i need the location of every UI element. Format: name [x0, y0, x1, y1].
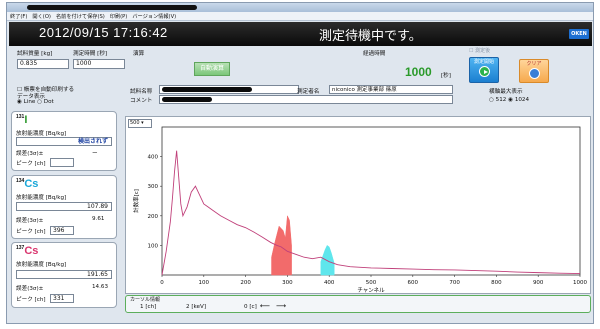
spectrum-chart-frame: 500 ▾ 0 100 200 300 400 500 600 700 800 900 1000 10… [125, 116, 591, 294]
radio-1024-label: 1024 [514, 97, 530, 103]
operator-input[interactable]: niconico 測定事業部 篠原 [329, 85, 453, 94]
menu-item-save-as[interactable]: 名前を付けて保存(S) [56, 13, 105, 20]
i131-error-value: ー [92, 151, 98, 157]
measure-after-check[interactable]: ☐ 測定後 [469, 47, 490, 54]
panel-cs134: 134Cs 放射能濃度 [Bq/kg] 107.89 誤差(3σ)± 9.61 … [11, 175, 117, 239]
x-axis-label: チャンネル [357, 287, 385, 293]
cs134-error-value: 9.61 [92, 216, 105, 222]
cursor-left-arrow-icon[interactable]: ⟵ [260, 302, 270, 310]
start-measure-button[interactable]: 測定開始 [469, 57, 499, 83]
play-icon [478, 66, 490, 77]
elapsed-label: 経過時間 [363, 51, 386, 57]
menu-item-version[interactable]: バージョン情報(V) [132, 13, 176, 20]
cs134-conc-value: 107.89 [16, 202, 112, 211]
menu-bar: 終了(F) 開く(O) 名前を付けて保存(S) 印刷(P) バージョン情報(V) [7, 12, 593, 21]
x-tick-label: 400 [324, 280, 335, 286]
auto-calc-button[interactable]: 自動演算 [194, 62, 230, 76]
measure-after-label: 測定後 [475, 48, 491, 54]
x-tick-label: 500 [366, 280, 377, 286]
radio-dot[interactable]: ○ Dot [37, 99, 54, 105]
y-tick-label: 100 [148, 243, 159, 249]
cursor-info-panel: カーソル情報 1 [ch] 2 [keV] 0 [c] ⟵ ⟶ [125, 295, 591, 313]
x-tick-label: 100 [199, 280, 210, 286]
i131-error-label: 誤差(3σ)± [16, 151, 44, 157]
x-tick-label: 300 [282, 280, 293, 286]
y-axis-label: 計数率[c] [132, 189, 140, 213]
cursor-kev: 2 [keV] [186, 304, 207, 310]
elapsed-value: 1000 [405, 65, 432, 79]
redacted-title [27, 5, 197, 10]
start-label: 測定開始 [473, 59, 494, 65]
clear-icon [528, 68, 540, 79]
datetime-display: 2012/09/15 17:16:42 [39, 25, 168, 40]
y-tick-label: 200 [148, 214, 159, 220]
radio-dot-label: Dot [43, 99, 54, 105]
x-tick-label: 1000 [573, 280, 587, 286]
spectrum-chart: 0 100 200 300 400 500 600 700 800 900 1000 100 200 30… [132, 126, 587, 293]
i131-conc-value: 検出されず [16, 137, 112, 146]
cursor-ch: 1 [ch] [140, 304, 157, 310]
operator-label: 測定者名 [297, 89, 320, 95]
cs137-peak-label: ピーク [ch] [16, 297, 46, 303]
x-tick-label: 800 [491, 280, 502, 286]
header-banner: 2012/09/15 17:16:42 測定待機中です。 OKEN [9, 22, 592, 46]
status-message: 測定待機中です。 [319, 28, 422, 43]
cs137-error-value: 14.63 [92, 284, 109, 290]
x-tick-label: 200 [240, 280, 251, 286]
cs134-peak-value: 396 [50, 226, 74, 235]
sample-weight-label: 試料質量 [kg] [17, 51, 53, 57]
y-tick-label: 300 [148, 184, 159, 190]
plot-area [161, 126, 581, 276]
radio-line-label: Line [23, 99, 36, 105]
display-radio-group: ◉ Line ○ Dot [17, 99, 54, 105]
cs134-error-label: 誤差(3σ)± [16, 218, 44, 224]
panel-cs137: 137Cs 放射能濃度 [Bq/kg] 191.65 誤差(3σ)± 14.63… [11, 242, 117, 308]
cs137-conc-value: 191.65 [16, 270, 112, 279]
cs137-symbol: Cs [24, 245, 39, 257]
clear-button[interactable]: クリア [519, 59, 549, 83]
clear-label: クリア [526, 61, 542, 67]
cs137-error-label: 誤差(3σ)± [16, 286, 44, 292]
sample-name-label: 試料名称 [130, 89, 153, 95]
y-tick-label: 400 [148, 155, 159, 161]
scale-label: 横軸最大表示 [489, 89, 523, 95]
x-tick-label: 900 [533, 280, 544, 286]
measure-time-label: 測定時間 [秒] [73, 51, 108, 57]
i131-peak-label: ピーク [ch] [16, 161, 46, 167]
brand-logo: OKEN [569, 29, 589, 39]
redacted-sample-name [162, 87, 252, 92]
comment-label: コメント [130, 98, 153, 104]
i131-peak-value [50, 158, 74, 167]
radio-1024[interactable]: ◉ 1024 [508, 97, 529, 103]
x-tick-label: 700 [449, 280, 460, 286]
scale-radio-group: ○ 512 ◉ 1024 [489, 97, 529, 103]
calc-label: 演算 [133, 51, 145, 57]
i131-symbol: I [24, 114, 28, 126]
x-tick-label: 600 [408, 280, 419, 286]
menu-item-exit[interactable]: 終了(F) [10, 13, 27, 20]
panel-i131: 131I 放射能濃度 [Bq/kg] 検出されず 誤差(3σ)± ー ピーク [… [11, 111, 117, 171]
menu-item-print[interactable]: 印刷(P) [110, 13, 128, 20]
redacted-comment [162, 97, 212, 102]
cs134-symbol: Cs [24, 178, 39, 190]
x-tick-label: 0 [160, 280, 164, 286]
cs134-conc-label: 放射能濃度 [Bq/kg] [16, 195, 67, 201]
sample-name-input[interactable] [159, 85, 299, 94]
radio-512-label: 512 [495, 97, 507, 103]
cs137-conc-label: 放射能濃度 [Bq/kg] [16, 262, 67, 268]
measure-time-input[interactable]: 1000 [73, 59, 125, 69]
radio-512[interactable]: ○ 512 [489, 97, 506, 103]
cursor-count: 0 [c] [244, 304, 257, 310]
radio-line[interactable]: ◉ Line [17, 99, 35, 105]
cursor-right-arrow-icon[interactable]: ⟶ [276, 302, 286, 310]
sample-weight-input[interactable]: 0.835 [17, 59, 69, 69]
menu-item-open[interactable]: 開く(O) [32, 13, 51, 20]
i131-conc-label: 放射能濃度 [Bq/kg] [16, 131, 67, 137]
elapsed-unit: [秒] [441, 73, 451, 79]
cs137-peak-value: 331 [50, 294, 74, 303]
cs134-peak-label: ピーク [ch] [16, 229, 46, 235]
cursor-info-title: カーソル情報 [130, 297, 161, 303]
app-window: 終了(F) 開く(O) 名前を付けて保存(S) 印刷(P) バージョン情報(V)… [6, 2, 594, 324]
comment-input[interactable] [159, 95, 453, 104]
